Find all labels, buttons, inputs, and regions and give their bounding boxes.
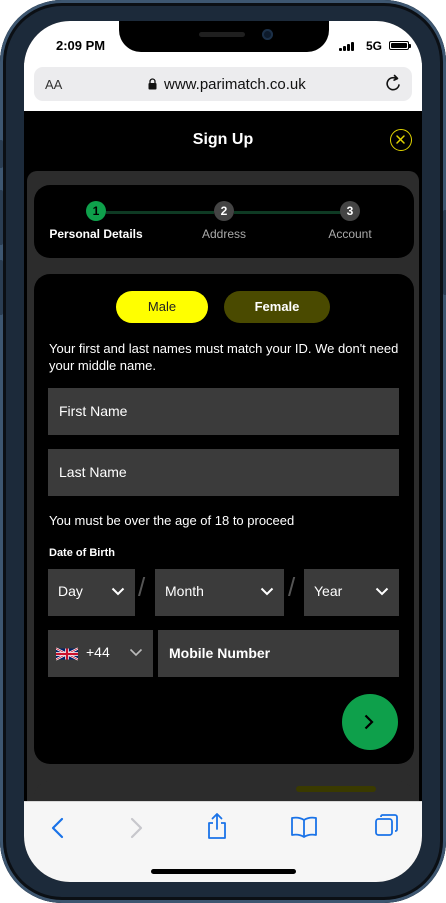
year-select[interactable]: Year xyxy=(304,569,399,616)
female-button[interactable]: Female xyxy=(224,291,330,323)
month-select-value: Month xyxy=(165,583,204,599)
step-2-indicator: 2 xyxy=(214,201,234,221)
mute-switch xyxy=(0,140,3,168)
chevron-down-icon xyxy=(111,587,125,596)
web-content: Sign Up 1 2 3 Personal Details Address A… xyxy=(24,111,422,801)
step-1-indicator: 1 xyxy=(86,201,106,221)
home-indicator[interactable] xyxy=(151,869,296,874)
back-icon[interactable] xyxy=(50,816,66,840)
age-requirement-text: You must be over the age of 18 to procee… xyxy=(49,513,295,528)
day-select[interactable]: Day xyxy=(48,569,135,616)
date-separator: / xyxy=(138,572,146,602)
chevron-down-icon xyxy=(375,587,389,596)
chevron-right-icon xyxy=(364,714,374,730)
step-3-indicator: 3 xyxy=(340,201,360,221)
lock-icon xyxy=(148,78,157,90)
year-select-value: Year xyxy=(314,583,343,599)
close-button[interactable] xyxy=(390,129,412,151)
step-connector xyxy=(234,211,350,214)
country-code-value: +44 xyxy=(86,644,110,660)
progress-stepper: 1 2 3 Personal Details Address Account xyxy=(34,185,414,258)
forward-icon[interactable] xyxy=(128,816,144,840)
tabs-icon[interactable] xyxy=(374,813,400,839)
volume-up-button xyxy=(0,190,3,245)
notch xyxy=(119,21,329,52)
volume-down-button xyxy=(0,260,3,315)
close-icon xyxy=(396,135,405,144)
front-camera xyxy=(262,29,273,40)
step-connector xyxy=(106,211,214,214)
next-button[interactable] xyxy=(342,694,398,750)
chevron-down-icon xyxy=(129,648,143,657)
phone-frame: 2:09 PM 5G AA www.parimatch.co.uk Sign U… xyxy=(0,0,446,903)
male-button[interactable]: Male xyxy=(116,291,208,323)
text-size-button[interactable]: AA xyxy=(45,77,62,92)
step-1-label: Personal Details xyxy=(49,227,143,241)
network-type: 5G xyxy=(365,39,382,53)
mobile-number-field[interactable]: Mobile Number xyxy=(158,630,399,677)
month-select[interactable]: Month xyxy=(155,569,284,616)
reload-icon[interactable] xyxy=(384,74,402,94)
signal-icon xyxy=(339,42,354,51)
uk-flag-icon xyxy=(56,647,78,661)
last-name-field[interactable]: Last Name xyxy=(48,449,399,496)
page-title: Sign Up xyxy=(192,131,254,148)
status-time: 2:09 PM xyxy=(56,38,106,53)
browser-address-area: AA www.parimatch.co.uk xyxy=(24,63,422,111)
screen: 2:09 PM 5G AA www.parimatch.co.uk Sign U… xyxy=(24,21,422,882)
chevron-down-icon xyxy=(260,587,274,596)
next-section-accent xyxy=(296,786,376,792)
first-name-field[interactable]: First Name xyxy=(48,388,399,435)
personal-details-form: Male Female Your first and last names mu… xyxy=(34,274,414,764)
share-icon[interactable] xyxy=(206,812,228,840)
speaker xyxy=(199,32,245,37)
status-bar: 2:09 PM 5G xyxy=(24,21,422,69)
date-separator: / xyxy=(288,572,296,602)
battery-icon xyxy=(389,41,411,50)
country-code-select[interactable]: +44 xyxy=(48,630,153,677)
address-bar[interactable]: AA www.parimatch.co.uk xyxy=(34,67,412,101)
bookmarks-icon[interactable] xyxy=(290,815,318,839)
url-text[interactable]: www.parimatch.co.uk xyxy=(164,76,306,93)
step-2-label: Address xyxy=(201,227,247,241)
date-of-birth-label: Date of Birth xyxy=(49,547,115,559)
day-select-value: Day xyxy=(58,583,83,599)
name-instructions: Your first and last names must match you… xyxy=(49,341,399,373)
step-3-label: Account xyxy=(328,227,372,241)
